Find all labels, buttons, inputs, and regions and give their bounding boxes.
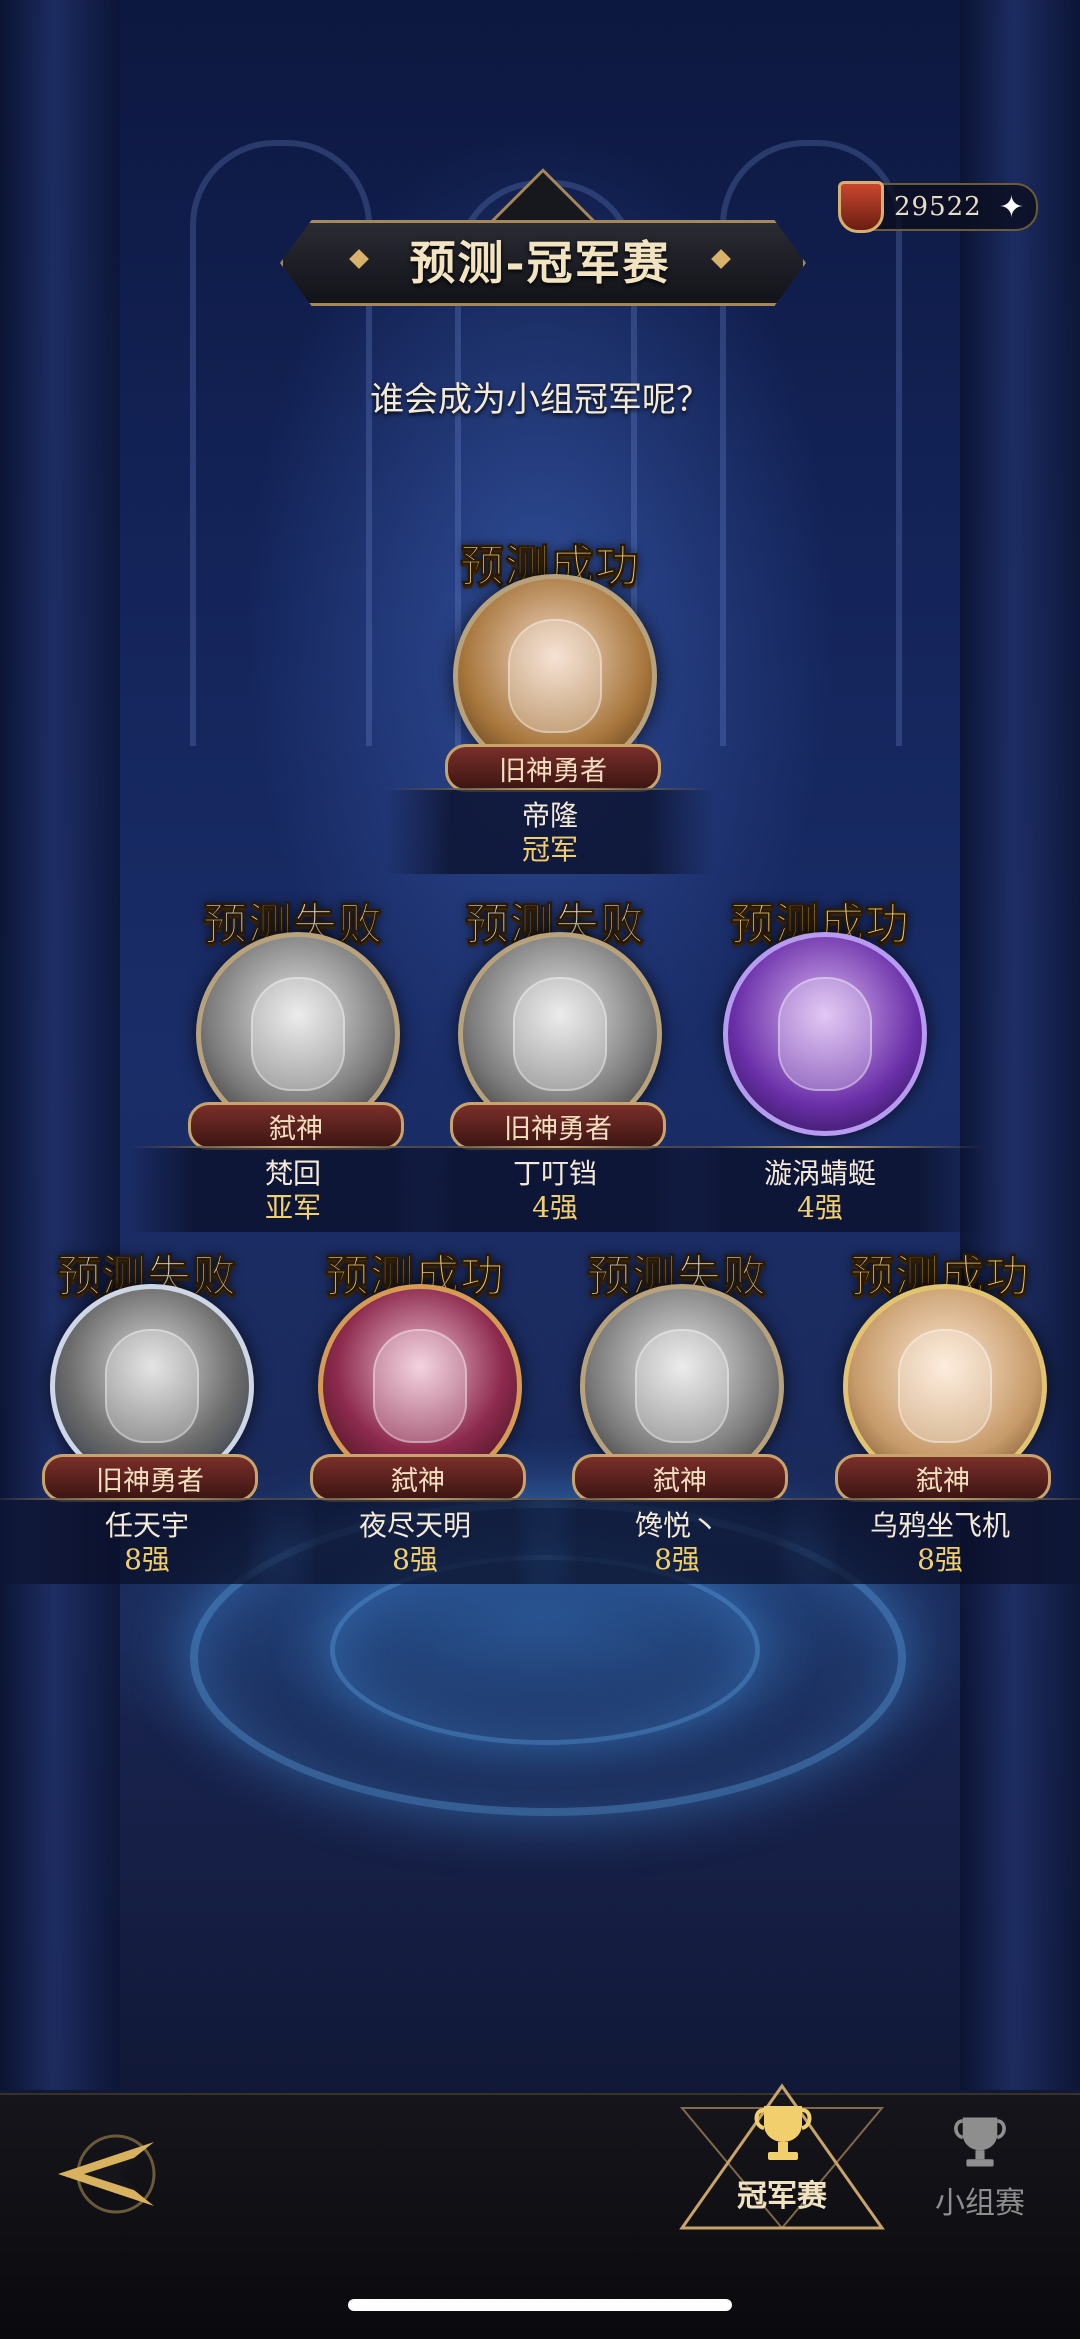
quarterfinal-card-1[interactable]: 预测失败 旧神勇者 任天宇 8强 <box>0 1240 312 1584</box>
faction-tag: 弑神 <box>835 1454 1051 1502</box>
divider <box>655 1146 985 1148</box>
currency-amount: 29522 <box>894 192 982 222</box>
player-info: 漩涡蜻蜓 4强 <box>655 1146 985 1232</box>
trophy-icon <box>954 2117 1006 2167</box>
player-rank: 冠军 <box>521 833 578 866</box>
tab-champion-label: 冠军赛 <box>737 2179 827 2214</box>
faction-tag: 旧神勇者 <box>42 1454 258 1502</box>
face-icon <box>105 1329 199 1443</box>
trophy-icon <box>754 2106 812 2160</box>
quarterfinal-card-2[interactable]: 预测成功 弑神 夜尽天明 8强 <box>250 1240 580 1584</box>
back-button[interactable] <box>54 2128 164 2220</box>
face-icon <box>778 977 872 1091</box>
currency-display[interactable]: 29522 ✦ <box>838 181 1038 233</box>
back-arrow-icon <box>58 2134 156 2214</box>
player-info: 乌鸦坐飞机 8强 <box>775 1498 1080 1584</box>
faction-tag: 旧神勇者 <box>450 1102 666 1150</box>
face-icon <box>898 1329 992 1443</box>
right-pillar <box>960 0 1080 2090</box>
player-info: 帝隆 冠军 <box>385 788 715 874</box>
quarterfinal-card-3[interactable]: 预测失败 弑神 馋悦丶 8强 <box>512 1240 842 1584</box>
face-icon <box>251 977 345 1091</box>
face-icon <box>373 1329 467 1443</box>
semifinal-card-2[interactable]: 预测失败 旧神勇者 丁叮铛 4强 <box>390 888 720 1232</box>
shield-icon <box>838 181 884 233</box>
quarterfinal-card-4[interactable]: 预测成功 弑神 乌鸦坐飞机 8强 <box>775 1240 1080 1584</box>
page-subtitle: 谁会成为小组冠军呢？ <box>370 380 710 420</box>
divider <box>385 788 715 790</box>
player-rank: 4强 <box>797 1191 843 1224</box>
tab-group[interactable]: 小组赛 <box>920 2112 1040 2222</box>
face-icon <box>508 619 602 733</box>
divider <box>775 1498 1080 1500</box>
faction-tag: 弑神 <box>310 1454 526 1502</box>
faction-tag: 弑神 <box>572 1454 788 1502</box>
left-pillar <box>0 0 120 2090</box>
face-icon <box>635 1329 729 1443</box>
hero-portrait <box>723 932 927 1136</box>
home-indicator[interactable] <box>348 2299 732 2311</box>
tab-champion[interactable]: 冠军赛 <box>672 2078 892 2238</box>
semifinal-card-3[interactable]: 预测成功 漩涡蜻蜓 4强 <box>655 888 985 1232</box>
tab-group-label: 小组赛 <box>935 2186 1025 2221</box>
semifinal-card-1[interactable]: 预测失败 弑神 梵回 亚军 <box>128 888 458 1232</box>
faction-tag: 旧神勇者 <box>445 744 661 792</box>
champion-card[interactable]: 预测成功 旧神勇者 帝隆 冠军 <box>385 530 715 874</box>
sparkle-icon[interactable]: ✦ <box>999 190 1024 225</box>
face-icon <box>513 977 607 1091</box>
faction-tag: 弑神 <box>188 1102 404 1150</box>
player-rank: 8强 <box>917 1543 963 1576</box>
page-title: 预测-冠军赛 <box>409 236 671 290</box>
